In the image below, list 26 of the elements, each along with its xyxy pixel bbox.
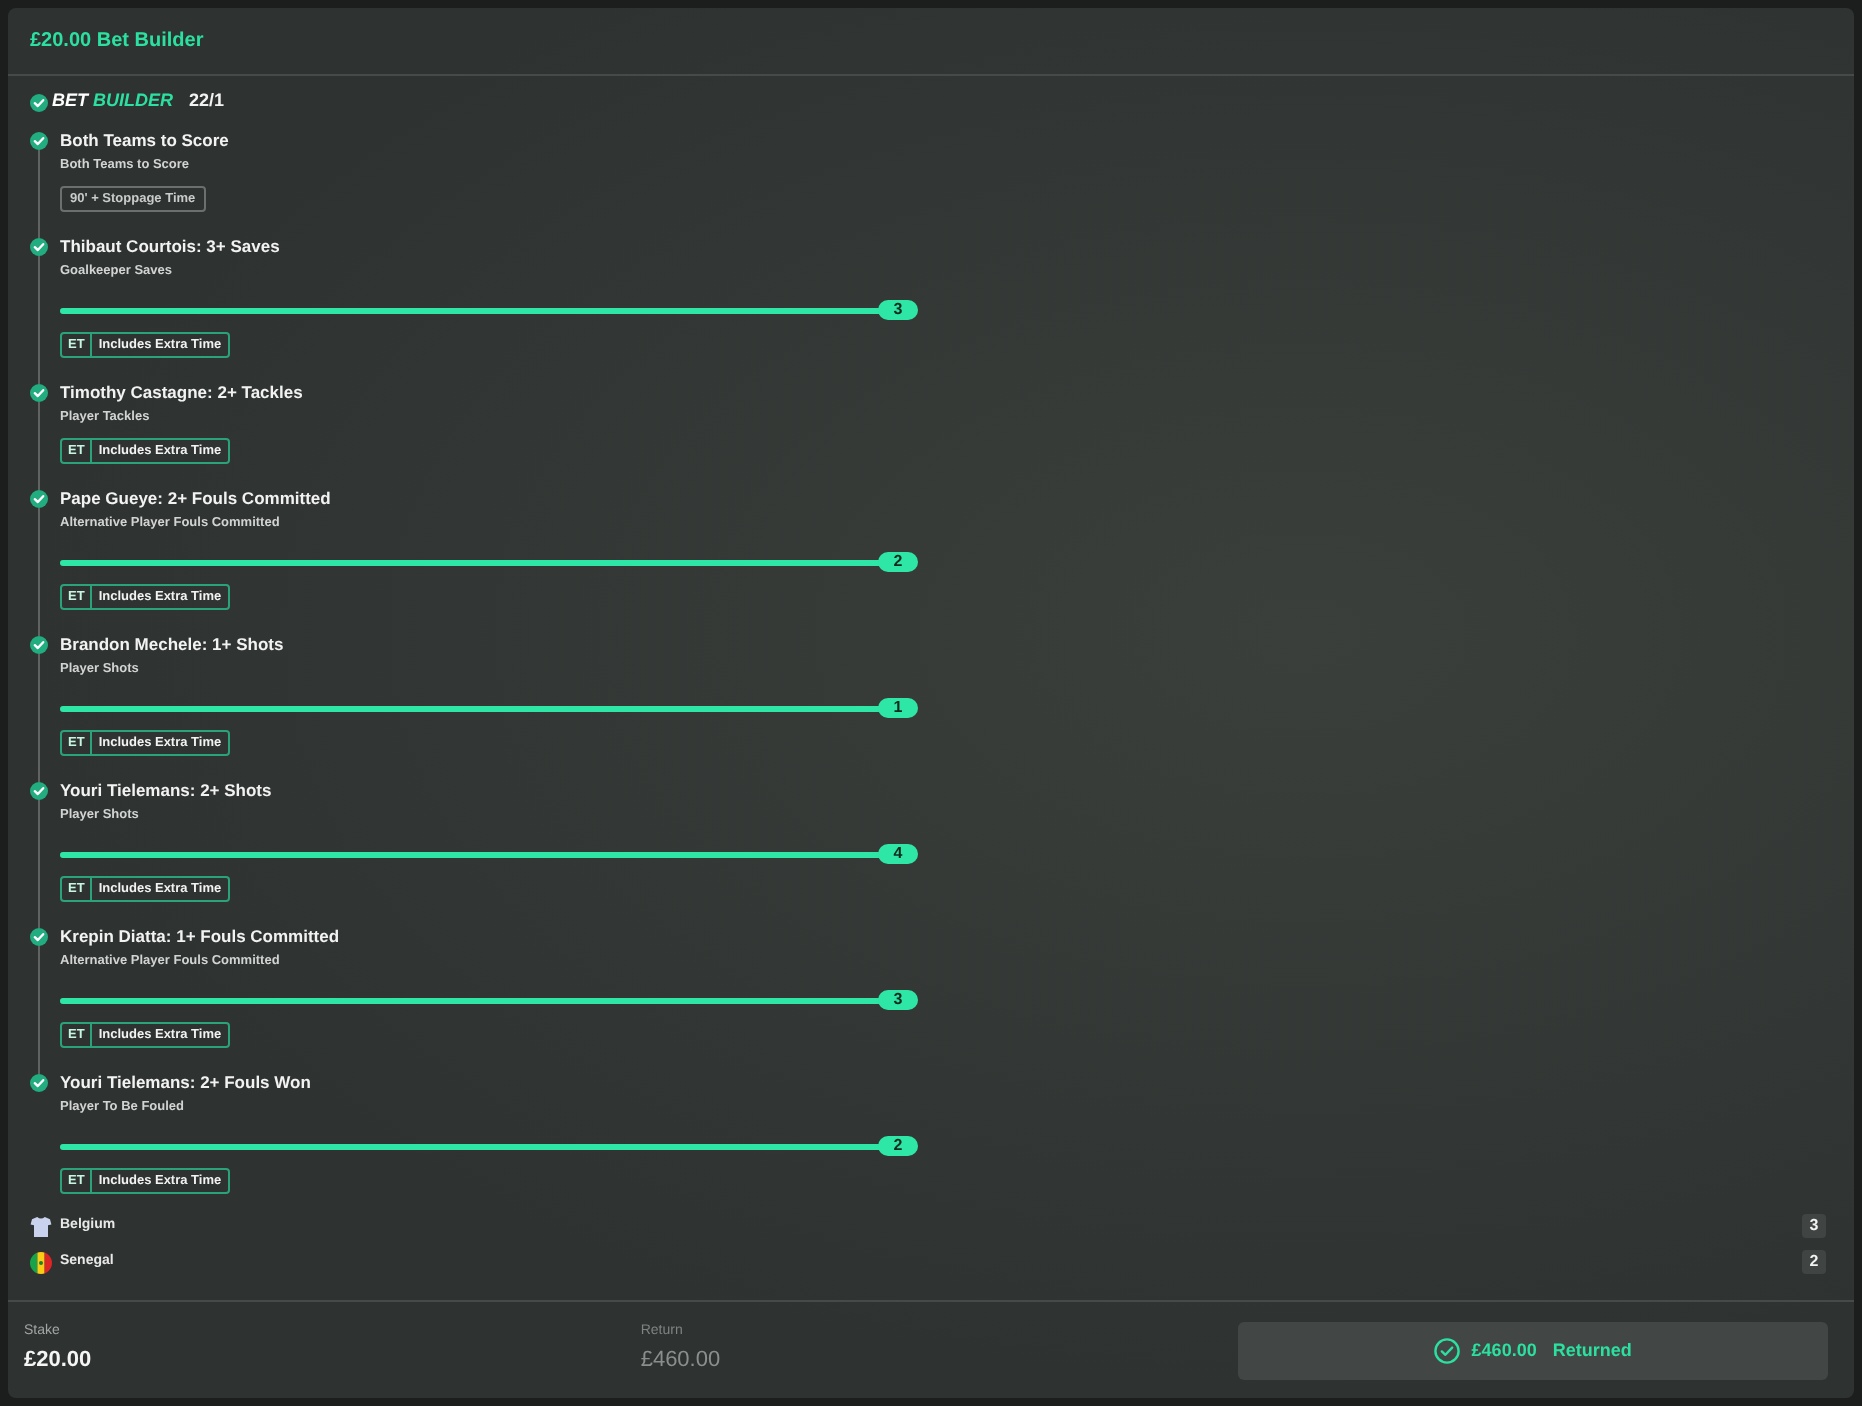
leg-title: Brandon Mechele: 1+ Shots: [60, 632, 284, 658]
score-badge: 3: [1802, 1214, 1826, 1238]
progress-count: 2: [878, 552, 918, 572]
returned-button[interactable]: £460.00 Returned: [1237, 1322, 1828, 1380]
leg-title: Thibaut Courtois: 3+ Saves: [60, 234, 280, 260]
leg-title: Youri Tielemans: 2+ Fouls Won: [60, 1070, 311, 1096]
shirt-icon: [30, 1215, 52, 1237]
leg-title: Both Teams to Score: [60, 128, 229, 154]
check-icon: [30, 93, 48, 111]
leg-title: Youri Tielemans: 2+ Shots: [60, 778, 272, 804]
stake-value: £20.00: [24, 1346, 92, 1374]
flag-icon: [30, 1251, 52, 1273]
progress-count: 1: [878, 698, 918, 718]
bet-builder-logo: BET BUILDER: [52, 88, 174, 115]
progress-count: 3: [878, 300, 918, 320]
progress-count: 4: [878, 844, 918, 864]
progress-count: 2: [878, 1136, 918, 1156]
check-circle-icon: [1433, 1338, 1460, 1364]
return-value: £460.00: [640, 1346, 721, 1374]
bet-title: £20.00 Bet Builder: [30, 28, 204, 56]
odds-value: 22/1: [189, 88, 225, 115]
leg-title: Timothy Castagne: 2+ Tackles: [60, 380, 303, 406]
leg-title: Pape Gueye: 2+ Fouls Committed: [60, 486, 331, 512]
score-badge: 2: [1802, 1250, 1826, 1274]
leg-title: Krepin Diatta: 1+ Fouls Committed: [60, 924, 340, 950]
progress-count: 3: [878, 990, 918, 1010]
